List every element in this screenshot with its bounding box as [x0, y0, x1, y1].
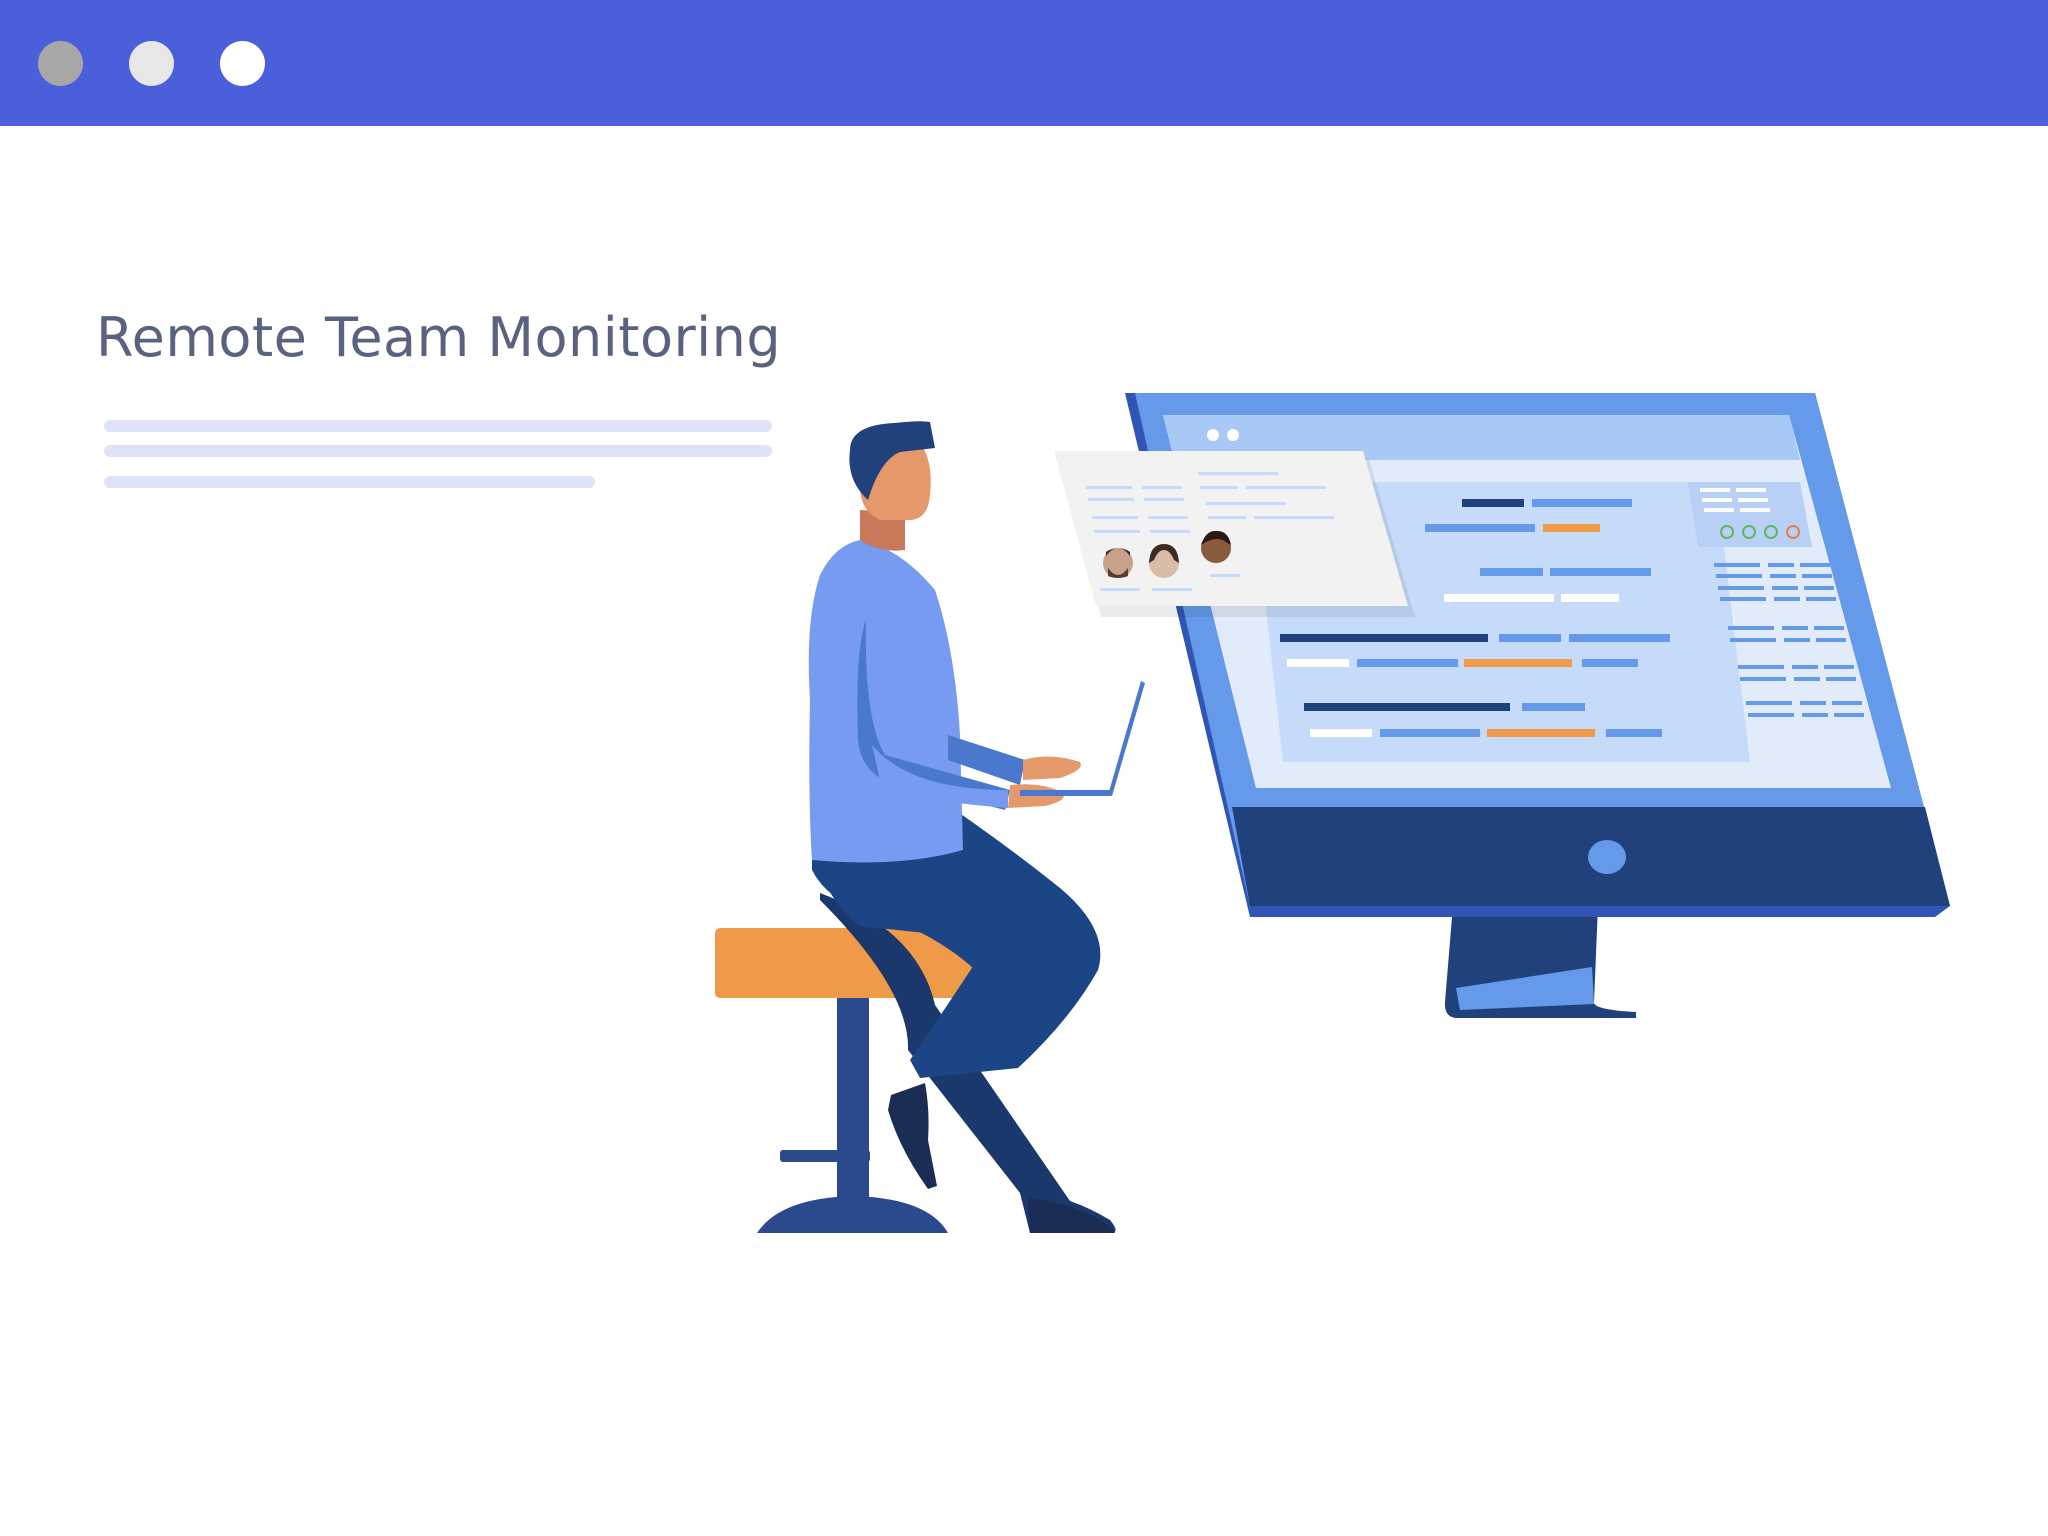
person-at-computer-illustration: [715, 393, 1950, 1233]
avatar-1: [1103, 548, 1133, 578]
avatar-2: [1149, 544, 1179, 578]
team-card-illustration: [1054, 451, 1415, 617]
